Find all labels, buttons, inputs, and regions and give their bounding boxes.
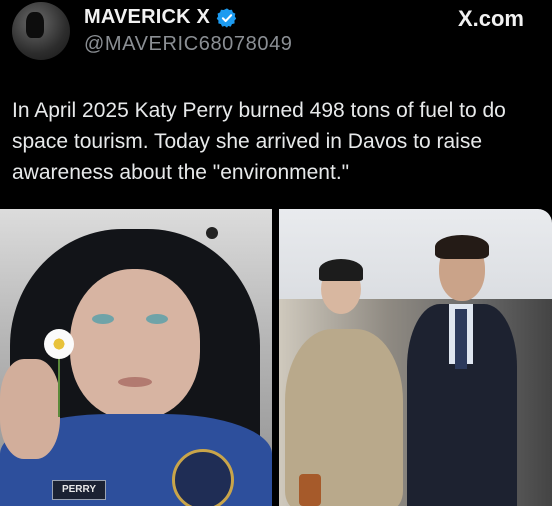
- author-name-row: MAVERICK X: [84, 6, 238, 29]
- verified-badge-icon: [216, 7, 237, 28]
- watermark: X.com: [457, 6, 524, 31]
- lips-shape: [118, 377, 152, 387]
- handbag: [299, 474, 321, 506]
- eye-left: [92, 314, 114, 324]
- tweet-text: In April 2025 Katy Perry burned 498 tons…: [12, 99, 506, 184]
- tweet-photo-right[interactable]: [279, 209, 552, 506]
- tweet-photo-left[interactable]: PERRY: [0, 209, 272, 506]
- background-light: [206, 227, 218, 239]
- mission-patch: [172, 449, 234, 506]
- man-tie: [455, 309, 467, 369]
- face-shape: [70, 269, 200, 419]
- avatar[interactable]: [12, 2, 70, 60]
- man-hair: [435, 235, 489, 259]
- eye-right: [146, 314, 168, 324]
- hand-shape: [0, 359, 60, 459]
- name-tag: PERRY: [52, 480, 106, 500]
- author-display-name[interactable]: MAVERICK X: [84, 6, 210, 29]
- daisy-flower: [44, 329, 74, 359]
- author-handle[interactable]: @MAVERIC68078049: [84, 33, 293, 56]
- woman-hair: [319, 259, 363, 281]
- flower-stem: [58, 357, 60, 417]
